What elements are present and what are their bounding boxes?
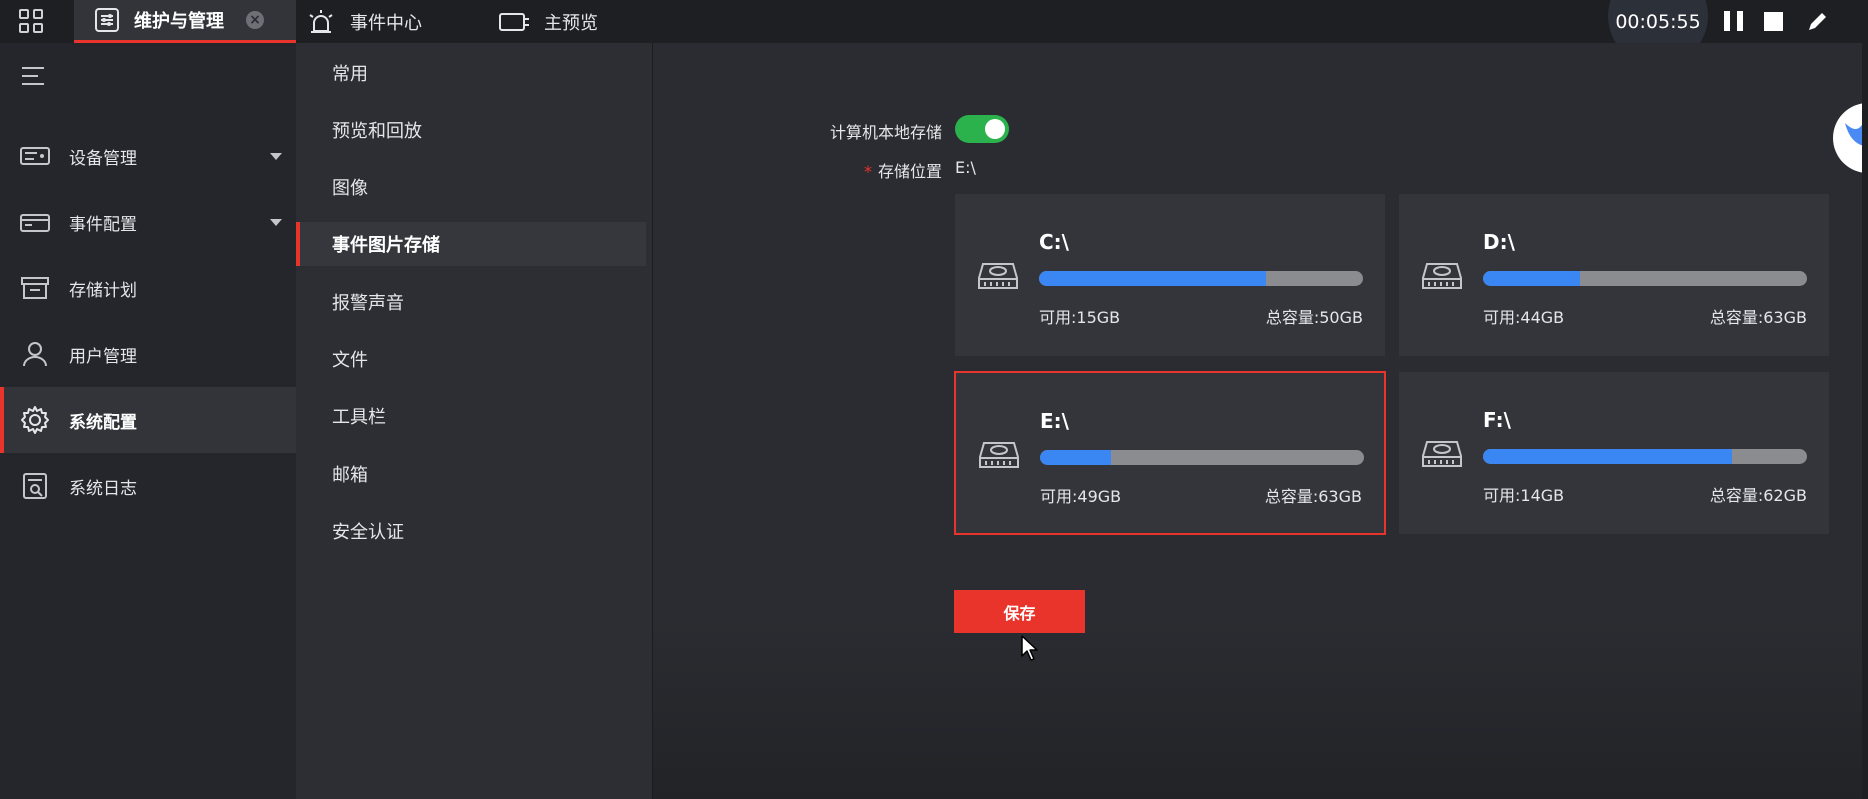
subnav-item-email[interactable]: 邮箱 [296,452,646,496]
drive-usage-fill [1483,271,1581,286]
drive-usage-bar [1483,271,1807,286]
top-bar: 维护与管理 × 事件中心 主预览 00:05:55 [0,0,1868,66]
drive-usage-fill [1040,450,1112,465]
drive-name: E:\ [1040,409,1069,433]
stop-recording-icon[interactable] [1764,12,1783,31]
drive-usage-bar [1040,450,1364,465]
nav-item-storage-plan[interactable]: 存储计划 [0,255,296,321]
hard-drive-icon [978,263,1018,289]
nav-item-label: 系统日志 [69,478,137,499]
left-nav: 设备管理 事件配置 存储计划 用户管理 系统配置 系统日志 [0,43,296,799]
storage-location-label: * 存储位置 [800,158,942,182]
tab-maintenance[interactable]: 维护与管理 × [74,0,296,43]
drive-available: 可用:49GB [1040,487,1122,506]
nav-item-label: 系统配置 [69,412,137,433]
drive-available: 可用:15GB [1039,308,1121,327]
drive-name: D:\ [1483,230,1515,254]
local-storage-toggle[interactable] [955,115,1009,143]
chevron-down-icon[interactable] [270,152,282,160]
drive-available: 可用:14GB [1483,486,1565,505]
drive-usage-fill [1039,271,1266,286]
recording-timer: 00:05:55 [1615,11,1701,33]
drive-card-e[interactable]: E:\ 可用:49GB 总容量:63GB [954,371,1386,535]
drive-total: 总容量:63GB [1264,487,1362,506]
hard-drive-icon [1422,263,1462,289]
monitor-icon [499,12,529,31]
chevron-down-icon[interactable] [270,218,282,226]
drive-usage-bar [1039,271,1363,286]
tab-event-center[interactable]: 事件中心 [306,0,466,43]
drive-available: 可用:44GB [1483,308,1565,327]
tab-label: 主预览 [544,12,598,34]
log-icon [20,471,50,501]
mouse-cursor-icon [1021,635,1038,661]
drive-card-c[interactable]: C:\ 可用:15GB 总容量:50GB [955,194,1385,356]
storage-location-label-text: 存储位置 [877,162,942,181]
subnav-item-security-auth[interactable]: 安全认证 [296,509,646,553]
tab-main-preview[interactable]: 主预览 [498,0,638,43]
subnav-item-image[interactable]: 图像 [296,165,646,209]
subnav-item-alarm-sound[interactable]: 报警声音 [296,280,646,324]
drive-name: F:\ [1483,408,1511,432]
save-button[interactable]: 保存 [954,590,1085,633]
toggle-knob [985,119,1005,139]
subnav-item-file[interactable]: 文件 [296,337,646,381]
drive-name: C:\ [1039,230,1069,254]
drive-total: 总容量:50GB [1265,308,1363,327]
tab-label: 事件中心 [350,12,422,34]
gear-icon [20,405,50,435]
window-right-edge [1862,43,1868,799]
pause-recording-icon[interactable] [1724,11,1744,31]
device-icon [20,141,50,171]
alarm-light-icon [309,9,333,33]
drive-usage-fill [1483,449,1733,464]
drive-total: 总容量:63GB [1709,308,1807,327]
local-storage-label: 计算机本地存储 [829,123,942,142]
drive-card-d[interactable]: D:\ 可用:44GB 总容量:63GB [1399,194,1829,356]
apps-grid-icon[interactable] [19,9,45,35]
hard-drive-icon [979,442,1019,468]
user-icon [20,339,50,369]
event-config-icon [20,207,50,237]
tab-label: 维护与管理 [134,11,224,32]
subnav-item-general[interactable]: 常用 [296,51,646,95]
drive-usage-bar [1483,449,1807,464]
drive-card-f[interactable]: F:\ 可用:14GB 总容量:62GB [1399,372,1829,534]
nav-item-user-management[interactable]: 用户管理 [0,321,296,387]
subnav-item-preview-playback[interactable]: 预览和回放 [296,108,646,152]
pen-icon[interactable] [1806,9,1830,33]
nav-item-label: 用户管理 [69,346,137,367]
nav-item-event-config[interactable]: 事件配置 [0,189,296,255]
nav-item-label: 存储计划 [69,280,137,301]
settings-subnav: 常用 预览和回放 图像 事件图片存储 报警声音 文件 工具栏 邮箱 安全认证 [296,43,653,799]
nav-item-system-config[interactable]: 系统配置 [0,387,296,453]
main-panel-footer-shade [653,620,1868,799]
menu-toggle-icon[interactable] [22,67,44,91]
subnav-item-event-image-storage[interactable]: 事件图片存储 [296,222,646,266]
drive-total: 总容量:62GB [1709,486,1807,505]
storage-location-value: E:\ [955,158,976,177]
close-tab-icon[interactable]: × [246,11,264,29]
storage-plan-icon [20,273,50,303]
required-marker: * [863,162,872,181]
nav-item-device-management[interactable]: 设备管理 [0,123,296,189]
hard-drive-icon [1422,441,1462,467]
nav-item-system-log[interactable]: 系统日志 [0,453,296,519]
maintenance-icon [95,8,119,32]
nav-item-label: 设备管理 [69,148,137,169]
subnav-item-toolbar[interactable]: 工具栏 [296,394,646,438]
nav-item-label: 事件配置 [69,214,137,235]
